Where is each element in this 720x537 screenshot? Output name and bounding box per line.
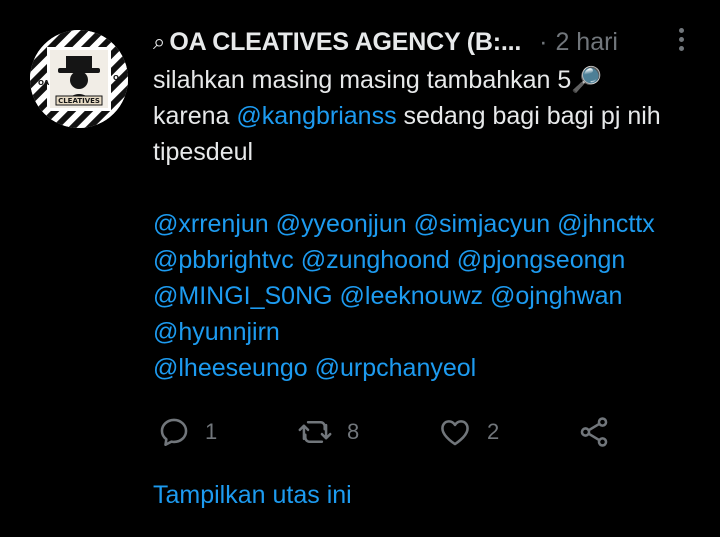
tweet-text-segment <box>294 246 301 274</box>
mention-link[interactable]: @hyunnjirn <box>153 318 280 346</box>
tweet-line: karena @kangbrianss sedang bagi bagi pj … <box>153 98 713 134</box>
avatar-corner-left: OA <box>38 79 50 87</box>
show-thread-link[interactable]: Tampilkan utas ini <box>153 481 352 510</box>
author-name[interactable]: OA CLEATIVES AGENCY (B:... <box>169 28 521 57</box>
tweet-line: @lheeseungo @urpchanyeol <box>153 350 713 386</box>
mention-link[interactable]: @MINGI_S0NG <box>153 282 333 310</box>
tweet-timestamp[interactable]: 2 hari <box>555 28 618 57</box>
tweet-text: silahkan masing masing tambahkan 5🔎 karen… <box>153 62 713 386</box>
tweet-text-segment <box>407 210 414 238</box>
tweet-line: tipesdeul <box>153 134 713 170</box>
tweet-actions: 1 8 2 <box>157 412 627 452</box>
tweet-line: @MINGI_S0NG @leeknouwz @ojnghwan <box>153 278 713 314</box>
tweet-text-segment: tipesdeul <box>153 138 254 166</box>
mention-link[interactable]: @kangbrianss <box>236 102 396 130</box>
like-count: 2 <box>487 419 500 444</box>
tweet-text-segment <box>269 210 276 238</box>
mention-link[interactable]: @simjacyun <box>414 210 551 238</box>
mention-link[interactable]: @yyeonjjun <box>276 210 407 238</box>
magnifier-emoji-icon: 🔎 <box>571 66 603 94</box>
mention-link[interactable]: @lheeseungo <box>153 354 308 382</box>
mention-link[interactable]: @pjongseongn <box>457 246 626 274</box>
tweet-line: @pbbrightvc @zunghoond @pjongseongn <box>153 242 713 278</box>
tweet-text-segment: karena <box>153 102 237 130</box>
mention-link[interactable]: @jhncttx <box>557 210 655 238</box>
retweet-icon <box>298 421 332 443</box>
magnifier-icon: ⌕ <box>153 29 166 54</box>
tweet-text-segment <box>450 246 457 274</box>
heart-icon <box>441 420 469 446</box>
more-options-icon[interactable] <box>672 28 690 54</box>
tweet-text-segment: sedang bagi bagi pj nih <box>396 102 661 130</box>
reply-button[interactable]: 1 <box>157 412 217 452</box>
reply-icon <box>160 418 188 447</box>
tweet-line: silahkan masing masing tambahkan 5🔎 <box>153 62 713 98</box>
tweet-header: ⌕ OA CLEATIVES AGENCY (B:... · 2 hari <box>153 25 713 59</box>
mention-link[interactable]: @pbbrightvc <box>153 246 294 274</box>
reply-count: 1 <box>205 419 218 444</box>
tweet-line <box>153 170 713 206</box>
retweet-button[interactable]: 8 <box>297 412 359 452</box>
retweet-count: 8 <box>347 419 360 444</box>
tweet-text-segment: silahkan masing masing tambahkan 5 <box>153 66 572 94</box>
mention-link[interactable]: @xrrenjun <box>153 210 269 238</box>
separator-dot: · <box>539 27 548 56</box>
tweet-line: @xrrenjun @yyeonjjun @simjacyun @jhncttx <box>153 206 713 242</box>
avatar-image: CLEATIVES OA OA <box>30 30 128 128</box>
tweet-text-segment <box>308 354 315 382</box>
mention-link[interactable]: @zunghoond <box>301 246 450 274</box>
like-button[interactable]: 2 <box>437 412 499 452</box>
tweet-card[interactable]: CLEATIVES OA OA ⌕ OA CLEATIVES AGENCY (B… <box>0 0 720 537</box>
tweet-line: @hyunnjirn <box>153 314 713 350</box>
share-button[interactable] <box>577 412 611 452</box>
share-icon <box>580 417 608 447</box>
avatar-corner-right: OA <box>113 74 125 82</box>
mention-link[interactable]: @leeknouwz <box>340 282 484 310</box>
tweet-text-segment <box>333 282 340 310</box>
tweet-text-segment <box>483 282 490 310</box>
mention-link[interactable]: @urpchanyeol <box>315 354 477 382</box>
avatar[interactable]: CLEATIVES OA OA <box>30 30 128 128</box>
mention-link[interactable]: @ojnghwan <box>490 282 622 310</box>
avatar-banner-text: CLEATIVES <box>58 97 100 105</box>
